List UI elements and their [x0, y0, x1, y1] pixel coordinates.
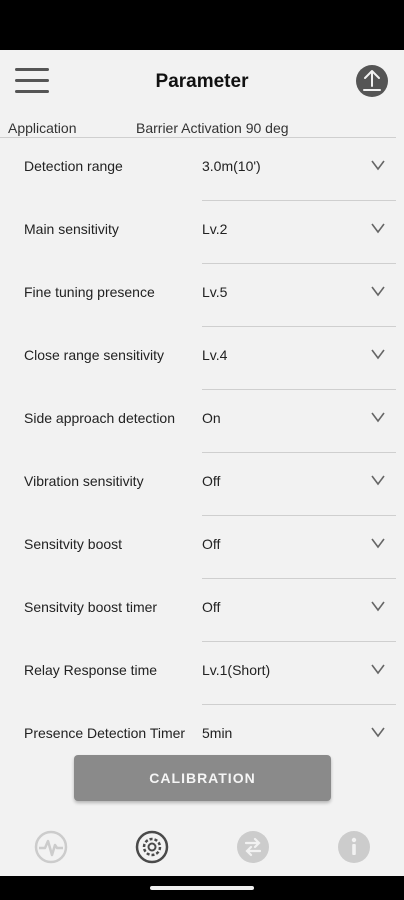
- param-label: Presence Detection Timer: [24, 725, 186, 741]
- chevron-down-icon[interactable]: [370, 284, 386, 298]
- param-row-sensitivity-boost-timer[interactable]: Sensitvity boost timer Off: [0, 579, 404, 642]
- param-row-fine-tuning-presence[interactable]: Fine tuning presence Lv.5: [0, 264, 404, 327]
- application-row: Application Barrier Activation 90 deg: [8, 120, 396, 138]
- param-row-side-approach-detection[interactable]: Side approach detection On: [0, 390, 404, 453]
- param-label: Sensitvity boost: [24, 536, 123, 552]
- param-value: Lv.1(Short): [202, 662, 271, 678]
- chevron-down-icon[interactable]: [370, 536, 386, 550]
- bottom-navigation: [0, 820, 404, 875]
- waveform-icon: [34, 830, 68, 864]
- param-value: 3.0m(10'): [202, 158, 261, 174]
- param-label: Side approach detection: [24, 410, 175, 426]
- chevron-down-icon[interactable]: [370, 347, 386, 361]
- param-row-detection-range[interactable]: Detection range 3.0m(10'): [0, 138, 404, 201]
- param-value: On: [202, 410, 221, 426]
- param-label: Detection range: [24, 158, 123, 174]
- app-header: Parameter: [0, 50, 404, 114]
- chevron-down-icon[interactable]: [370, 221, 386, 235]
- upload-button[interactable]: [355, 64, 389, 98]
- param-value: Lv.5: [202, 284, 228, 300]
- param-row-relay-response-time[interactable]: Relay Response time Lv.1(Short): [0, 642, 404, 705]
- param-value: Lv.2: [202, 221, 228, 237]
- parameter-list: Detection range 3.0m(10') Main sensitivi…: [0, 138, 404, 768]
- gear-icon: [135, 830, 169, 864]
- nav-item-monitor[interactable]: [34, 830, 68, 864]
- param-value: Off: [202, 473, 221, 489]
- param-label: Sensitvity boost timer: [24, 599, 158, 615]
- chevron-down-icon[interactable]: [370, 410, 386, 424]
- nav-item-info[interactable]: [337, 830, 371, 864]
- nav-item-transfer[interactable]: [236, 830, 270, 864]
- status-bar: [0, 0, 404, 50]
- calibration-button[interactable]: CALIBRATION: [74, 755, 331, 801]
- swap-icon: [237, 831, 269, 863]
- param-label: Main sensitivity: [24, 221, 119, 237]
- application-label: Application: [8, 120, 77, 136]
- param-row-main-sensitivity[interactable]: Main sensitivity Lv.2: [0, 201, 404, 264]
- param-label: Fine tuning presence: [24, 284, 155, 300]
- param-value: Off: [202, 536, 221, 552]
- home-indicator[interactable]: [150, 886, 254, 890]
- page-title: Parameter: [155, 71, 249, 92]
- nav-item-settings[interactable]: [135, 830, 169, 864]
- param-value: 5min: [202, 725, 233, 741]
- chevron-down-icon[interactable]: [370, 158, 386, 172]
- param-value: Off: [202, 599, 221, 615]
- param-label: Close range sensitivity: [24, 347, 165, 363]
- param-label: Relay Response time: [24, 662, 158, 678]
- chevron-down-icon[interactable]: [370, 725, 386, 739]
- chevron-down-icon[interactable]: [370, 599, 386, 613]
- upload-icon: [356, 65, 388, 97]
- chevron-down-icon[interactable]: [370, 473, 386, 487]
- system-navigation-bar: [0, 876, 404, 900]
- param-row-vibration-sensitivity[interactable]: Vibration sensitivity Off: [0, 453, 404, 516]
- param-label: Vibration sensitivity: [24, 473, 144, 489]
- param-row-sensitivity-boost[interactable]: Sensitvity boost Off: [0, 516, 404, 579]
- param-row-close-range-sensitivity[interactable]: Close range sensitivity Lv.4: [0, 327, 404, 390]
- chevron-down-icon[interactable]: [370, 662, 386, 676]
- application-value: Barrier Activation 90 deg: [136, 120, 289, 136]
- info-icon: [338, 831, 370, 863]
- param-value: Lv.4: [202, 347, 228, 363]
